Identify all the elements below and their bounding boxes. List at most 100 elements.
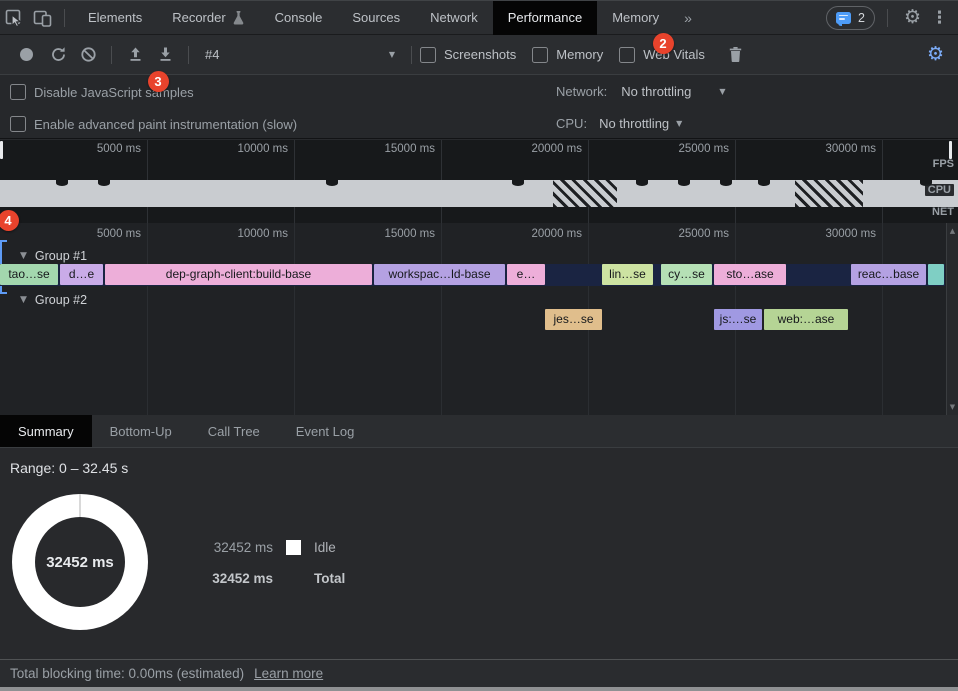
flame-bar[interactable]: lin…se <box>602 264 653 285</box>
clear-icon[interactable] <box>73 42 103 68</box>
flame-bar[interactable]: reac…base <box>851 264 926 285</box>
tab-call-tree[interactable]: Call Tree <box>190 415 278 447</box>
legend-value: 32452 ms <box>205 540 273 555</box>
flame-tick-label: 10000 ms <box>188 228 288 240</box>
collapse-triangle-icon[interactable]: ▼ <box>20 251 27 261</box>
divider <box>111 46 112 64</box>
learn-more-link[interactable]: Learn more <box>254 666 323 681</box>
overview-left-handle[interactable] <box>0 141 3 159</box>
capture-settings-pane: Disable JavaScript samples Enable advanc… <box>0 75 958 139</box>
tab-recorder[interactable]: Recorder <box>157 1 259 35</box>
cpu-band-notch <box>56 180 68 186</box>
record-button[interactable] <box>20 48 33 61</box>
tab-label: Console <box>275 10 323 25</box>
flame-bar[interactable]: workspac…ld-base <box>374 264 505 285</box>
flame-bar[interactable]: jes…se <box>545 309 602 330</box>
tab-network[interactable]: Network <box>415 1 493 35</box>
flame-scrollbar[interactable]: ▲ ▼ <box>946 223 958 415</box>
tab-sources[interactable]: Sources <box>337 1 415 35</box>
devtools-settings-gear-icon[interactable]: ⚙ <box>896 8 929 27</box>
flask-icon <box>232 10 245 25</box>
load-profile-icon[interactable] <box>120 42 150 68</box>
flame-bar[interactable]: tao…se <box>0 264 58 285</box>
group-header-2[interactable]: ▼ Group #2 <box>0 291 958 308</box>
legend-value: 32452 ms <box>205 571 273 586</box>
flame-bar[interactable]: cy…se <box>661 264 712 285</box>
flame-bar[interactable]: d…e <box>60 264 103 285</box>
tab-bottom-up[interactable]: Bottom-Up <box>92 415 190 447</box>
capture-settings-gear-icon[interactable]: ⚙ <box>919 45 952 64</box>
flame-tick-label: 25000 ms <box>629 228 729 240</box>
overview-tick-label: 30000 ms <box>776 143 876 155</box>
network-throttling-select[interactable]: Network: No throttling ▼ <box>556 84 726 99</box>
range-label: Range: 0 – 32.45 s <box>10 460 128 476</box>
checkbox[interactable] <box>619 47 635 63</box>
flame-chart[interactable]: 5000 ms 10000 ms 15000 ms 20000 ms 25000 ms 3… <box>0 223 958 415</box>
checkbox-label: Enable advanced paint instrumentation (s… <box>34 117 297 132</box>
device-toolbar-icon[interactable] <box>28 5 56 31</box>
flame-bar-row: jes…se js:…seweb:…ase <box>0 309 946 331</box>
tab-console[interactable]: Console <box>260 1 338 35</box>
message-bubble-icon <box>836 12 851 24</box>
total-blocking-time-text: Total blocking time: 0.00ms (estimated) <box>10 666 244 681</box>
divider <box>887 9 888 27</box>
checkbox[interactable] <box>532 47 548 63</box>
reload-and-record-icon[interactable] <box>43 42 73 68</box>
panel-tabs: ElementsRecorder Console Sources Network Per… <box>73 1 702 34</box>
tab-performance[interactable]: Performance <box>493 1 597 35</box>
tab-summary[interactable]: Summary <box>0 415 92 447</box>
tab-label: Performance <box>508 10 582 25</box>
screenshots-checkbox[interactable]: Screenshots <box>420 47 516 63</box>
detail-tabs: SummaryBottom-UpCall TreeEvent Log <box>0 415 958 448</box>
tab-memory[interactable]: Memory <box>597 1 674 35</box>
cpu-band-notch <box>636 180 648 186</box>
flame-tick-label: 15000 ms <box>335 228 435 240</box>
flame-tick-label: 30000 ms <box>776 228 876 240</box>
flame-bar[interactable]: js:…se <box>714 309 762 330</box>
checkbox[interactable] <box>420 47 436 63</box>
flame-tick-label: 20000 ms <box>482 228 582 240</box>
trace-history-value: #4 <box>205 47 219 62</box>
lane-label-fps: FPS <box>933 158 954 170</box>
overview-right-handle[interactable] <box>949 141 952 159</box>
cpu-throttling-select[interactable]: CPU: No throttling ▼ <box>556 116 682 131</box>
flame-bar[interactable]: e… <box>507 264 545 285</box>
group-label: Group #2 <box>35 293 87 307</box>
lane-label-net: NET <box>932 206 954 218</box>
advanced-paint-checkbox[interactable]: Enable advanced paint instrumentation (s… <box>10 116 297 132</box>
flame-bar[interactable]: dep-graph-client:build-base <box>105 264 372 285</box>
console-messages-button[interactable]: 2 <box>826 6 875 30</box>
tab-elements[interactable]: Elements <box>73 1 157 35</box>
inspect-element-icon[interactable] <box>0 5 28 31</box>
checkbox[interactable] <box>10 84 26 100</box>
tab-event-log[interactable]: Event Log <box>278 415 373 447</box>
tab-more-tabs[interactable]: » <box>674 1 702 35</box>
checkbox-label: Disable JavaScript samples <box>34 85 194 100</box>
timeline-overview[interactable]: 5000 ms10000 ms15000 ms20000 ms25000 ms3… <box>0 140 958 223</box>
trace-history-select[interactable]: #4 ▼ <box>197 47 403 62</box>
tab-label: Sources <box>352 10 400 25</box>
group-header-1[interactable]: ▼Group #1 <box>0 247 958 264</box>
checkbox[interactable] <box>10 116 26 132</box>
lane-label-cpu: CPU <box>925 184 954 196</box>
flame-bar[interactable]: sto…ase <box>714 264 786 285</box>
tab-label: Memory <box>612 10 659 25</box>
memory-checkbox[interactable]: Memory <box>532 47 603 63</box>
kebab-menu-icon[interactable]: ⋮ <box>929 8 958 28</box>
scroll-down-icon[interactable]: ▼ <box>950 403 955 411</box>
flame-bar[interactable] <box>928 264 944 285</box>
cpu-unattributed-hatch <box>795 180 863 207</box>
donut-legend: 32452 msIdle32452 msTotal <box>205 538 345 600</box>
performance-toolbar: #4 ▼ ScreenshotsMemoryWeb Vitals ⚙ <box>0 35 958 75</box>
flame-bar[interactable]: web:…ase <box>764 309 848 330</box>
donut-center-label: 32452 ms <box>35 517 125 607</box>
collapse-triangle-icon[interactable]: ▼ <box>20 295 27 305</box>
tab-label: » <box>684 10 692 26</box>
overview-tick-label: 25000 ms <box>629 143 729 155</box>
scroll-up-icon[interactable]: ▲ <box>950 227 955 235</box>
flame-tick-label: 5000 ms <box>41 228 141 240</box>
delete-recording-icon[interactable] <box>721 42 751 68</box>
network-value: No throttling <box>621 84 691 99</box>
checkbox-label: Memory <box>556 47 603 62</box>
save-profile-icon[interactable] <box>150 42 180 68</box>
